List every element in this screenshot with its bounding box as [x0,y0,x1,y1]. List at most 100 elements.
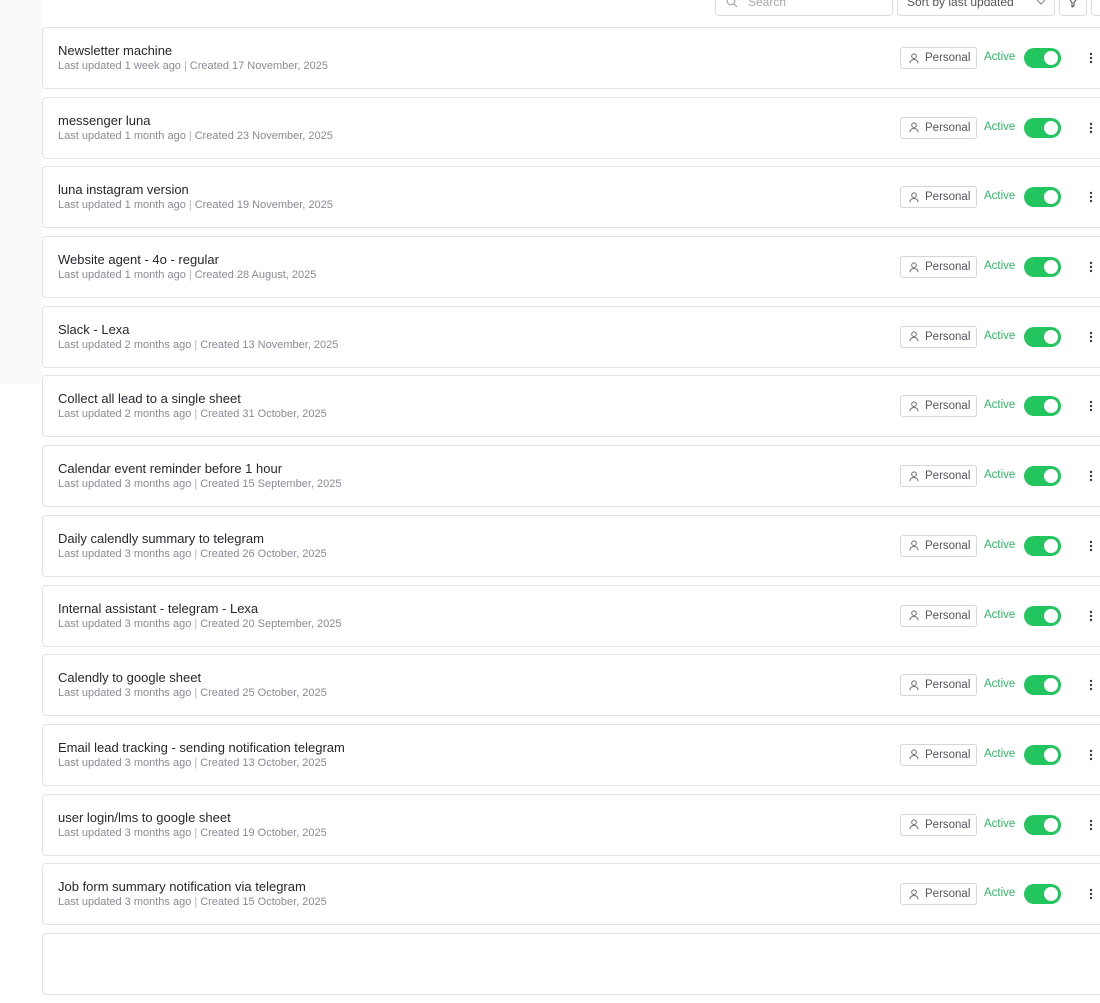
workflow-title[interactable]: luna instagram version [58,182,189,197]
search-field[interactable] [715,0,893,16]
toggle-knob [1044,817,1058,832]
more-options-button[interactable] [1083,259,1099,275]
meta-separator: | [194,338,198,351]
sidebar-background [0,0,42,384]
more-options-button[interactable] [1083,538,1099,554]
user-icon [909,749,919,760]
workflow-created: Created 28 August, 2025 [194,269,317,282]
sort-select[interactable]: Sort by last updated [897,0,1055,16]
user-icon [909,331,919,342]
workflow-title[interactable]: Website agent - 4o - regular [58,252,219,267]
more-vertical-icon [1089,749,1093,761]
workflow-card[interactable]: Slack - Lexa Last updated 2 months ago | C… [42,305,1100,368]
active-toggle[interactable] [1024,884,1061,905]
workflow-created: Created 15 September, 2025 [200,478,342,491]
active-toggle[interactable] [1024,48,1061,68]
meta-separator: | [194,478,198,491]
workflow-card[interactable]: Calendar event reminder before 1 hour La… [42,445,1100,508]
workflow-created: Created 26 October, 2025 [200,547,327,560]
workflow-card[interactable]: Internal assistant - telegram - Lexa Las… [42,584,1100,647]
active-toggle[interactable] [1024,535,1061,556]
more-vertical-icon [1089,470,1093,482]
workflow-card[interactable]: luna instagram version Last updated 1 mo… [42,166,1100,229]
workflow-card-partial[interactable] [42,932,1100,995]
workflow-title[interactable]: Job form summary notification via telegr… [58,879,306,894]
owner-badge: Personal [900,395,977,418]
workflow-title[interactable]: Daily calendly summary to telegram [58,531,264,546]
more-options-button[interactable] [1083,608,1099,624]
more-options-button[interactable] [1083,50,1099,66]
status-label: Active [984,817,1016,830]
user-icon [909,192,919,203]
active-toggle[interactable] [1024,326,1061,347]
active-toggle[interactable] [1024,466,1061,487]
active-toggle[interactable] [1024,187,1061,208]
workflow-updated: Last updated 3 months ago [58,478,192,491]
active-toggle[interactable] [1024,675,1061,696]
workflow-card[interactable]: Collect all lead to a single sheet Last … [42,375,1100,438]
filter-button[interactable] [1059,0,1087,16]
toggle-knob [1044,51,1058,65]
workflow-card[interactable]: Email lead tracking - sending notificati… [42,723,1100,786]
user-icon [909,122,919,133]
owner-badge: Personal [900,813,977,836]
toggle-knob [1044,329,1058,344]
toggle-knob [1044,678,1058,693]
workflow-meta: Last updated 1 week ago | Created 17 Novem… [58,60,328,72]
meta-separator: | [194,826,198,839]
more-options-button[interactable] [1083,329,1099,345]
workflow-card[interactable]: Calendly to google sheet Last updated 3 … [42,654,1100,717]
workflow-created: Created 20 September, 2025 [200,617,342,630]
status-label: Active [984,190,1016,203]
workflow-created: Created 23 November, 2025 [194,129,333,142]
toggle-knob [1044,399,1058,414]
workflow-title[interactable]: Slack - Lexa [58,322,130,337]
active-toggle[interactable] [1024,744,1061,765]
active-toggle[interactable] [1024,814,1061,835]
owner-badge-label: Personal [925,888,971,901]
workflow-list: Newsletter machine Last updated 1 week a… [42,27,1100,1003]
workflow-title[interactable]: messenger luna [58,113,151,128]
workflow-meta: Last updated 2 months ago | Created 31 Oct… [58,408,327,420]
workflow-card[interactable]: Website agent - 4o - regular Last update… [42,236,1100,299]
view-toggle-button[interactable] [1091,0,1100,16]
workflow-updated: Last updated 1 month ago [58,129,186,142]
workflow-title[interactable]: Email lead tracking - sending notificati… [58,740,345,755]
workflow-card[interactable]: Job form summary notification via telegr… [42,863,1100,926]
user-icon [909,889,919,900]
workflow-meta: Last updated 2 months ago | Created 13 Nov… [58,339,338,351]
workflow-updated: Last updated 1 month ago [58,199,186,212]
workflow-card[interactable]: Daily calendly summary to telegram Last … [42,514,1100,577]
more-options-button[interactable] [1083,189,1099,205]
workflow-card[interactable]: user login/lms to google sheet Last upda… [42,793,1100,856]
more-options-button[interactable] [1083,468,1099,484]
active-toggle[interactable] [1024,257,1061,278]
workflow-title[interactable]: Calendly to google sheet [58,670,201,685]
active-toggle[interactable] [1024,396,1061,417]
owner-badge-label: Personal [925,818,971,831]
more-vertical-icon [1089,331,1093,342]
meta-separator: | [188,129,192,142]
status-label: Active [984,887,1016,900]
workflow-card[interactable]: Newsletter machine Last updated 1 week a… [42,27,1100,89]
workflow-updated: Last updated 3 months ago [58,617,192,630]
workflow-title[interactable]: Collect all lead to a single sheet [58,391,241,406]
owner-badge: Personal [900,534,977,557]
workflow-title[interactable]: Newsletter machine [58,43,172,58]
meta-separator: | [183,60,187,72]
search-input[interactable] [748,0,868,9]
more-options-button[interactable] [1083,120,1099,136]
workflow-title[interactable]: Internal assistant - telegram - Lexa [58,601,258,616]
more-options-button[interactable] [1083,747,1099,763]
workflow-title[interactable]: user login/lms to google sheet [58,810,231,825]
toggle-knob [1044,469,1058,484]
active-toggle[interactable] [1024,605,1061,626]
active-toggle[interactable] [1024,117,1061,138]
workflow-title[interactable]: Calendar event reminder before 1 hour [58,461,282,476]
more-options-button[interactable] [1083,398,1099,414]
workflow-card[interactable]: messenger luna Last updated 1 month ago |… [42,96,1100,159]
more-options-button[interactable] [1083,886,1099,902]
more-options-button[interactable] [1083,677,1099,693]
more-options-button[interactable] [1083,817,1099,833]
owner-badge-label: Personal [925,609,971,622]
